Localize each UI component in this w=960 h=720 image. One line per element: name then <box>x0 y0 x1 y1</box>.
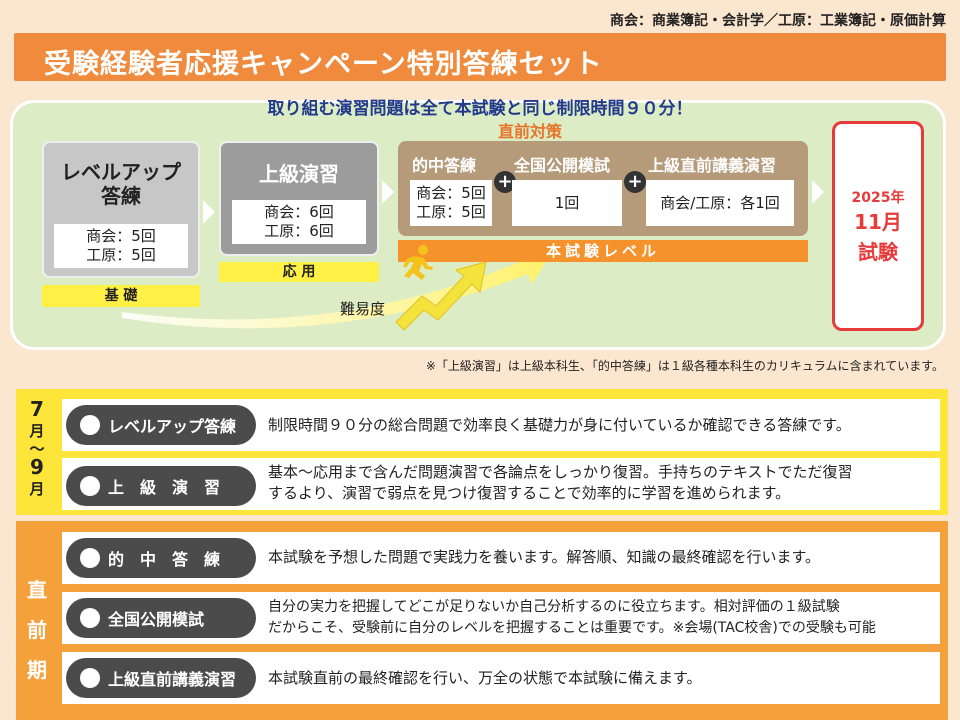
bullet-icon <box>80 608 100 628</box>
bullet-icon <box>80 668 100 688</box>
advanced-count-1: 商会：6回 <box>264 203 334 221</box>
row-desc-line: 制限時間９０分の総合問題で効率良く基礎力が身に付いているか確認できる答練です。 <box>268 416 851 434</box>
pill-mock-exam: 全国公開模試 <box>66 598 256 638</box>
exam-level-band: 本試験レベル <box>398 240 808 262</box>
runner-icon <box>403 245 433 280</box>
period1-label-line: 9 <box>30 455 44 479</box>
bullet-icon <box>80 476 100 496</box>
period1-label-line: 〜 <box>29 440 45 458</box>
row-name: レベルアップ答練 <box>108 417 237 436</box>
bullet-icon <box>80 415 100 435</box>
curriculum-note: ※「上級演習」は上級本科生、「的中答練」は１級各種本科生のカリキュラムに含まれて… <box>425 359 944 373</box>
pill-level-up: レベルアップ答練 <box>66 405 256 445</box>
basic-band: 基 礎 <box>42 285 200 307</box>
row-desc: 本試験直前の最終確認を行い、万全の状態で本試験に備えます。 <box>268 668 702 689</box>
row-name: 上級直前講義演習 <box>108 670 237 689</box>
row-desc-line: 自分の実力を把握してどこが足りないか自己分析するのに役立ちます。相対評価の１級試… <box>268 599 840 615</box>
pre-item-box-3: 商会/工原：各1回 <box>646 180 794 226</box>
exam-label: 試験 <box>858 240 898 264</box>
level-up-count-1: 商会：5回 <box>86 227 156 245</box>
level-up-title-1: レベルアップ <box>61 160 181 184</box>
pre-item-1-line-1: 商会：5回 <box>416 184 486 202</box>
period1-label-line: 月 <box>29 480 45 498</box>
period1-label-line: 月 <box>29 422 45 440</box>
level-up-count-2: 工原：5回 <box>86 246 156 264</box>
period2-label-line: 期 <box>27 658 47 682</box>
advanced-counts: 商会：6回 工原：6回 <box>232 200 366 244</box>
row-desc-line: するより、演習で弱点を見つけ復習することで効率的に学習を進められます。 <box>268 484 791 502</box>
chevron-right-icon <box>812 180 824 204</box>
row-name: 上 級 演 習 <box>108 478 221 497</box>
pre-item-1-line-2: 工原：5回 <box>416 203 486 221</box>
period2-label-line: 直 <box>27 578 47 602</box>
plus-icon: + <box>624 171 646 193</box>
level-up-counts: 商会：5回 工原：5回 <box>54 224 188 268</box>
period1-label: 7 月 〜 9 月 <box>20 398 54 500</box>
pre-exam-label: 直前対策 <box>497 122 562 141</box>
pre-item-title-2: 全国公開模試 <box>514 156 611 175</box>
exam-month: 11月 <box>854 210 902 234</box>
advanced-title: 上級演習 <box>259 162 339 186</box>
period2-label: 直 前 期 <box>20 570 54 690</box>
row-desc: 本試験を予想した問題で実践力を養います。解答順、知識の最終確認を行います。 <box>268 547 820 568</box>
difficulty-label: 難易度 <box>340 300 386 318</box>
row-name: 全国公開模試 <box>108 610 205 629</box>
period1-label-line: 7 <box>30 397 44 421</box>
bullet-icon <box>80 548 100 568</box>
level-up-title-2: 答練 <box>101 184 141 208</box>
row-desc-line: だからこそ、受験前に自分のレベルを把握することは重要です。※会場(TAC校舎)で… <box>268 620 876 636</box>
row-desc: 基本〜応用まで含んだ問題演習で各論点をしっかり復習。手持ちのテキストでただ復習 … <box>268 462 853 504</box>
pill-final-lecture: 上級直前講義演習 <box>66 658 256 698</box>
pill-tekichu: 的 中 答 練 <box>66 538 256 578</box>
pre-item-box-1: 商会：5回 工原：5回 <box>410 180 492 226</box>
row-desc-line: 本試験直前の最終確認を行い、万全の状態で本試験に備えます。 <box>268 669 702 687</box>
row-desc-line: 本試験を予想した問題で実践力を養います。解答順、知識の最終確認を行います。 <box>268 548 821 566</box>
applied-band: 応 用 <box>219 262 379 282</box>
chevron-right-icon <box>203 200 215 224</box>
pill-advanced: 上 級 演 習 <box>66 466 256 506</box>
row-desc: 自分の実力を把握してどこが足りないか自己分析するのに役立ちます。相対評価の１級試… <box>268 597 876 639</box>
period2-label-line: 前 <box>27 618 47 642</box>
pre-item-title-3: 上級直前講義演習 <box>648 156 777 175</box>
chevron-right-icon <box>382 180 394 204</box>
row-name: 的 中 答 練 <box>108 550 221 569</box>
exam-year: 2025年 <box>851 190 905 206</box>
pre-item-box-2: 1回 <box>512 180 622 226</box>
advanced-count-2: 工原：6回 <box>264 222 334 240</box>
row-desc: 制限時間９０分の総合問題で効率良く基礎力が身に付いているか確認できる答練です。 <box>268 415 851 436</box>
row-desc-line: 基本〜応用まで含んだ問題演習で各論点をしっかり復習。手持ちのテキストでただ復習 <box>268 463 853 481</box>
pre-item-title-1: 的中答練 <box>412 156 477 175</box>
